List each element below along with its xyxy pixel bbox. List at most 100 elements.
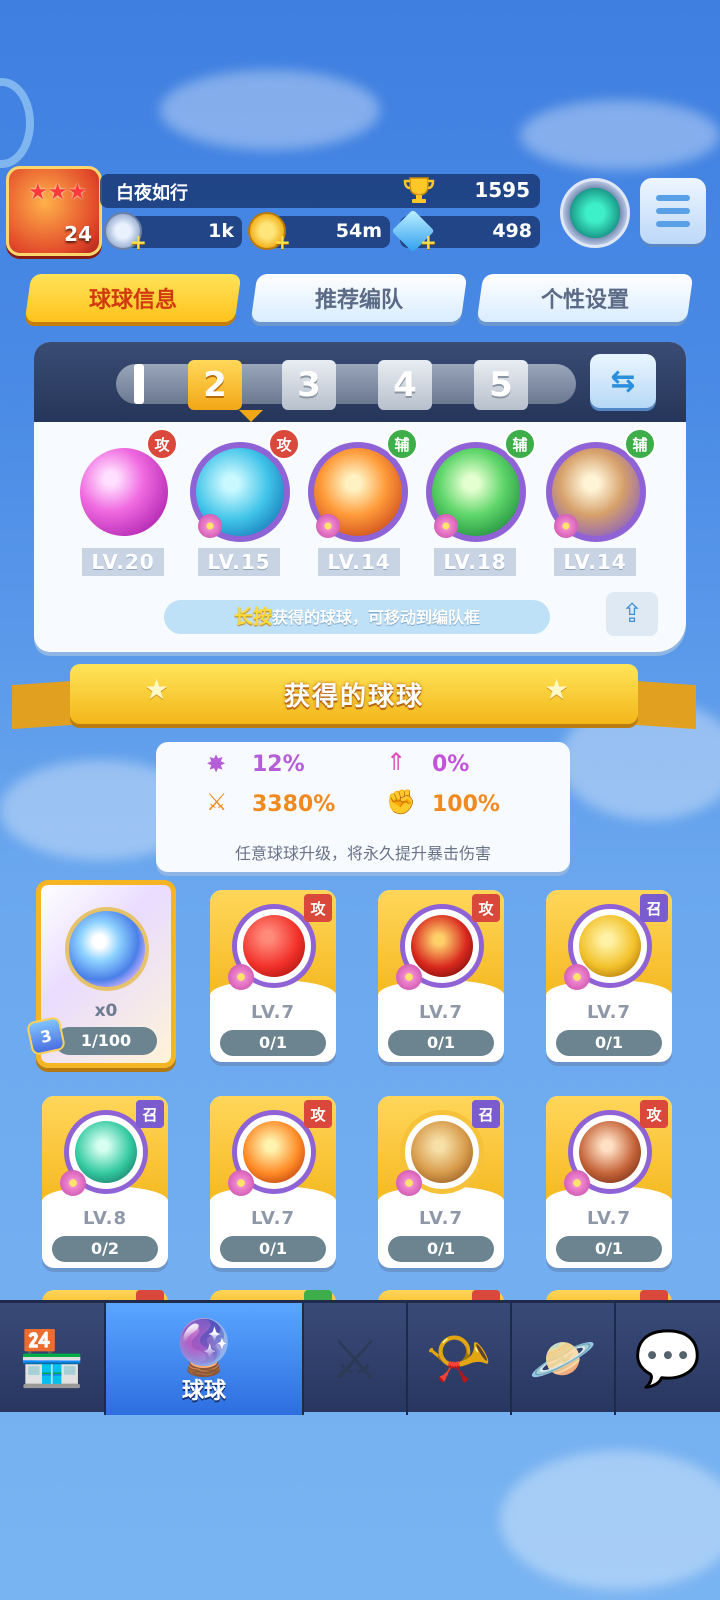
tab-label: 推荐编队 — [314, 288, 403, 313]
cloud — [160, 70, 380, 150]
team-slot-header: 2 3 4 5 ⇆ — [34, 342, 686, 422]
stats-note: 任意球球升级，将永久提升暴击伤害 — [234, 844, 491, 863]
support-tag: 辅 — [504, 428, 536, 460]
menu-button[interactable] — [640, 178, 706, 244]
add-icon: + — [274, 230, 291, 254]
bottom-nav: 🏪 🔮 球球 ⚔ 📯 🪐 💬 — [0, 1300, 720, 1415]
gold-resource: + 54m — [248, 212, 390, 254]
special-count: x0 — [94, 1001, 118, 1021]
flower-icon — [198, 514, 222, 538]
ball-card[interactable]: 召 LV.7 0/1 — [378, 1096, 504, 1268]
nav-battle[interactable]: ⚔ — [302, 1303, 406, 1415]
trophy-count: 1595 — [474, 178, 530, 202]
nav-balls-label: 球球 — [181, 1379, 226, 1404]
team-ball-1[interactable]: 攻 — [74, 428, 178, 542]
hint-strong: 长按 — [233, 606, 272, 628]
team-slot-5[interactable]: 5 — [474, 360, 528, 410]
ball-jar-icon: 🔮 — [170, 1316, 238, 1379]
card-progress: 0/1 — [220, 1236, 326, 1262]
gold-value: 54m — [335, 220, 382, 242]
star-icon: ★ — [144, 673, 170, 706]
team-slot-3[interactable]: 3 — [282, 360, 336, 410]
swap-button[interactable]: ⇆ — [590, 354, 656, 408]
ball-card[interactable]: 攻 LV.7 0/1 — [210, 1096, 336, 1268]
ball-card[interactable]: 召 LV.7 0/1 — [546, 890, 672, 1062]
team-ball-level: LV.20 — [82, 548, 164, 576]
team-ball-2[interactable]: 攻 — [190, 428, 300, 542]
section-title: 获得的球球 — [283, 681, 424, 712]
flower-icon — [434, 514, 458, 538]
ball-card[interactable]: 攻 LV.7 0/1 — [210, 890, 336, 1062]
ball-card[interactable]: 召 LV.8 0/2 — [42, 1096, 168, 1268]
team-ball-level: LV.14 — [554, 548, 636, 576]
flower-icon — [564, 964, 590, 990]
team-ball-3[interactable]: 辅 — [308, 428, 418, 542]
slot-pointer-icon — [239, 410, 263, 422]
crit-damage-value: 3380% — [252, 792, 336, 817]
team-ball-4[interactable]: 辅 — [426, 428, 536, 542]
player-avatar[interactable]: ★★★ 24 — [6, 166, 102, 256]
nav-social[interactable]: 💬 — [614, 1303, 720, 1415]
card-progress: 0/1 — [388, 1236, 494, 1262]
flower-icon — [396, 964, 422, 990]
extra-value: 100% — [432, 792, 500, 817]
section-banner: 获得的球球 ★ ★ — [12, 664, 696, 730]
card-progress: 0/1 — [220, 1030, 326, 1056]
corner-decoration-icon — [0, 78, 34, 168]
card-progress: 0/1 — [556, 1236, 662, 1262]
flower-icon — [564, 1170, 590, 1196]
team-ball-level: LV.15 — [198, 548, 280, 576]
team-ball-level: LV.18 — [434, 548, 516, 576]
team-panel: 2 3 4 5 ⇆ 攻 攻 辅 辅 辅 LV.20 LV.15 LV.14 LV… — [34, 342, 686, 652]
crit-bonus-value: 0% — [432, 752, 470, 777]
flower-icon — [554, 514, 578, 538]
card-level: LV.7 — [419, 1002, 463, 1023]
shop-icon: 🏪 — [18, 1327, 86, 1390]
crit-bonus-icon: ⇑ — [386, 748, 407, 776]
nav-shop[interactable]: 🏪 — [0, 1303, 104, 1415]
add-icon: + — [420, 230, 437, 254]
share-button[interactable]: ⇪ — [606, 592, 658, 636]
hint-bar: 长按获得的球球，可移动到编队框 — [164, 600, 550, 634]
summon-tag: 召 — [640, 894, 668, 922]
tab-recommended-team[interactable]: 推荐编队 — [250, 274, 468, 322]
tab-personal-settings[interactable]: 个性设置 — [476, 274, 694, 322]
coin-value: 1k — [208, 220, 234, 242]
summon-tag: 召 — [472, 1100, 500, 1128]
slot-divider — [134, 364, 144, 404]
chat-heart-icon: 💬 — [634, 1327, 702, 1390]
crossed-swords-icon: ⚔ — [330, 1327, 380, 1391]
flower-icon — [228, 1170, 254, 1196]
nav-balls[interactable]: 🔮 球球 — [104, 1303, 302, 1415]
card-level: LV.7 — [587, 1208, 631, 1229]
team-slot-2[interactable]: 2 — [188, 360, 242, 410]
cloud — [500, 1450, 720, 1590]
crit-rate-value: 12% — [252, 752, 305, 777]
trophy-icon — [403, 177, 435, 203]
gem-value: 498 — [492, 220, 532, 242]
card-level: LV.7 — [419, 1208, 463, 1229]
gem-resource: + 498 — [391, 209, 540, 254]
cloud — [520, 100, 720, 170]
team-ball-level: LV.14 — [318, 548, 400, 576]
team-slot-4[interactable]: 4 — [378, 360, 432, 410]
nav-whistle[interactable]: 📯 — [406, 1303, 510, 1415]
share-icon: ⇪ — [621, 599, 643, 629]
summon-tag: 召 — [136, 1100, 164, 1128]
nav-planet[interactable]: 🪐 — [510, 1303, 614, 1415]
rank-badge-icon[interactable] — [560, 178, 630, 248]
special-ball-card[interactable]: x0 1/100 3 — [25, 880, 176, 1068]
card-progress: 0/1 — [388, 1030, 494, 1056]
crit-stats-panel: ✸ 12% ⇑ 0% ⚔ 3380% ✊ 100% 任意球球升级，将永久提升暴击… — [156, 742, 570, 872]
ball-card[interactable]: 攻 LV.7 0/1 — [378, 890, 504, 1062]
pink-shield-ball-icon — [80, 448, 168, 536]
ball-card[interactable]: 攻 LV.7 0/1 — [546, 1096, 672, 1268]
crit-rate-icon: ✸ — [206, 750, 227, 778]
card-level: LV.7 — [251, 1208, 295, 1229]
tab-ball-info[interactable]: 球球信息 — [24, 274, 242, 322]
team-ball-5[interactable]: 辅 — [546, 428, 656, 542]
star-ball-icon: ★★★ — [28, 180, 88, 205]
menu-line — [656, 208, 690, 214]
planet-icon: 🪐 — [529, 1327, 597, 1390]
attack-tag: 攻 — [146, 428, 178, 460]
